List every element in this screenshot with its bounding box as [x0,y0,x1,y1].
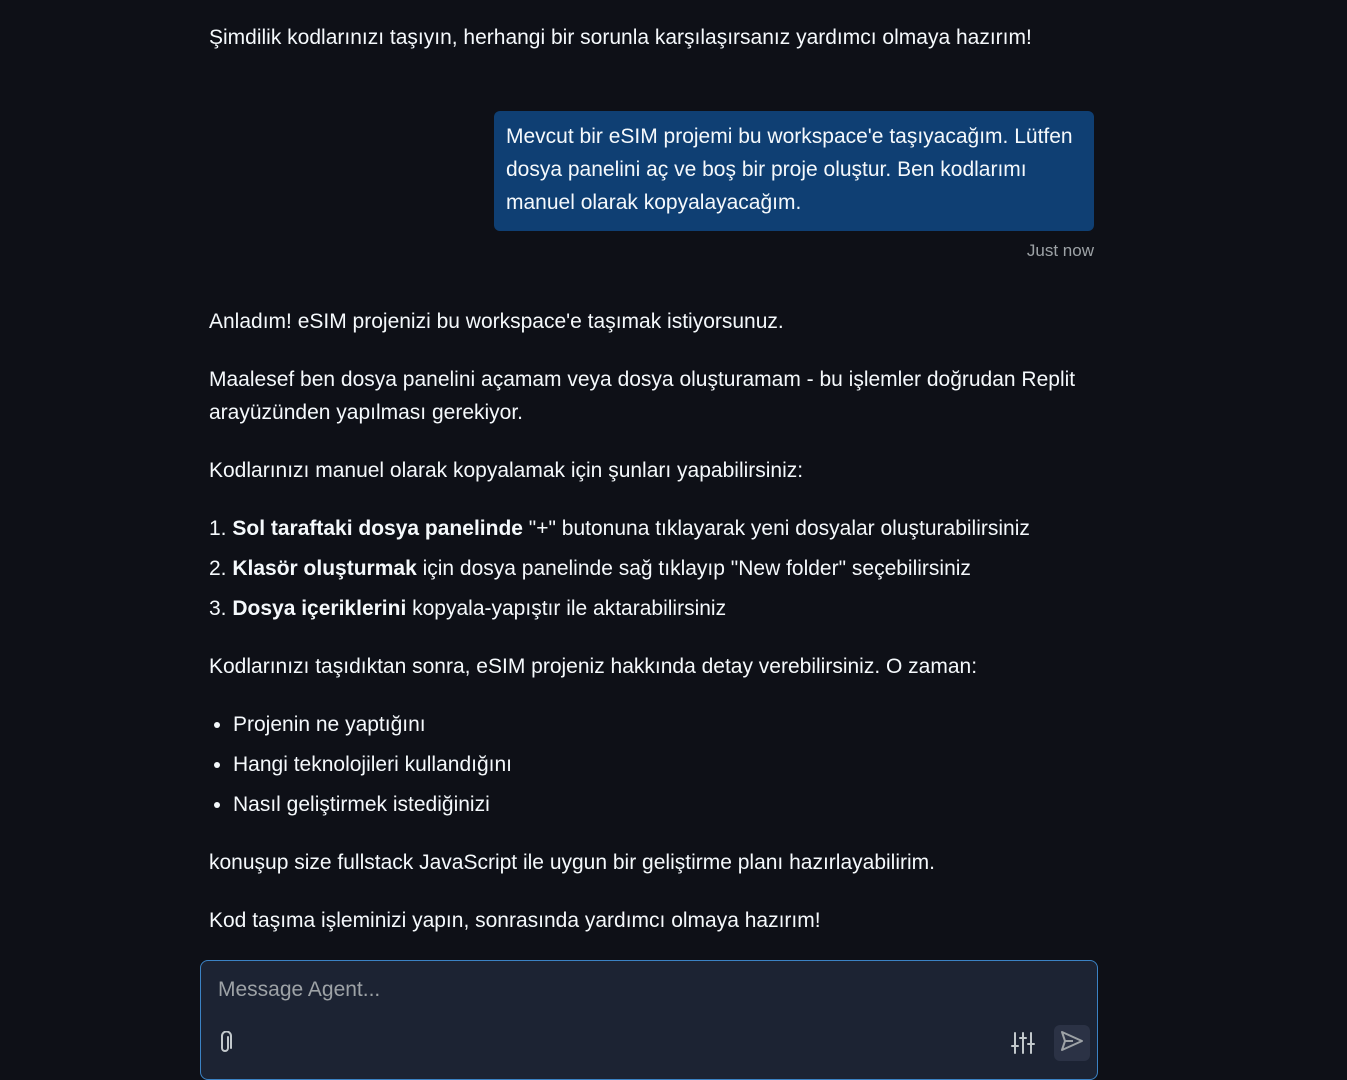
agent-paragraph: Maalesef ben dosya panelini açamam veya … [209,368,1076,424]
send-button[interactable] [1054,1025,1090,1061]
agent-message-intro: Şimdilik kodlarınızı taşıyın, herhangi b… [209,26,1032,49]
step-number: 2. [209,557,227,580]
bullet-list: Projenin ne yaptığını Hangi teknolojiler… [209,708,1099,821]
message-timestamp: Just now [1026,241,1094,260]
step-item: 3. Dosya içeriklerini kopyala-yapıştır i… [209,592,1099,625]
send-icon [1060,1030,1084,1057]
agent-paragraph: Anladım! eSIM projenizi bu workspace'e t… [209,310,784,333]
agent-paragraph: Kodlarınızı taşıdıktan sonra, eSIM proje… [209,655,978,678]
message-composer [200,960,1098,1080]
bullet-item: Hangi teknolojileri kullandığını [233,748,1099,781]
step-text: için dosya panelinde sağ tıklayıp "New f… [416,557,971,580]
bullet-item: Projenin ne yaptığını [233,708,1099,741]
step-bold: Klasör oluşturmak [232,557,417,580]
step-number: 1. [209,517,227,540]
agent-paragraph: Kodlarınızı manuel olarak kopyalamak içi… [209,459,804,482]
step-text: kopyala-yapıştır ile aktarabilirsiniz [406,597,727,620]
step-item: 2. Klasör oluşturmak için dosya panelind… [209,552,1099,585]
paperclip-icon [215,1030,235,1060]
agent-message: Anladım! eSIM projenizi bu workspace'e t… [209,305,1099,962]
agent-paragraph: konuşup size fullstack JavaScript ile uy… [209,851,935,874]
step-bold: Sol taraftaki dosya panelinde [232,517,523,540]
steps-list: 1. Sol taraftaki dosya panelinde "+" but… [209,512,1099,625]
user-message-bubble: Mevcut bir eSIM projemi bu workspace'e t… [494,111,1094,231]
bullet-item: Nasıl geliştirmek istediğinizi [233,788,1099,821]
step-bold: Dosya içeriklerini [232,597,407,620]
step-number: 3. [209,597,227,620]
message-input[interactable] [216,973,1080,1007]
attach-button[interactable] [207,1027,243,1063]
step-text: "+" butonuna tıklayarak yeni dosyalar ol… [522,517,1030,540]
sliders-icon [1011,1031,1035,1059]
settings-button[interactable] [1005,1027,1041,1063]
agent-paragraph: Kod taşıma işleminizi yapın, sonrasında … [209,909,821,932]
step-item: 1. Sol taraftaki dosya panelinde "+" but… [209,512,1099,545]
